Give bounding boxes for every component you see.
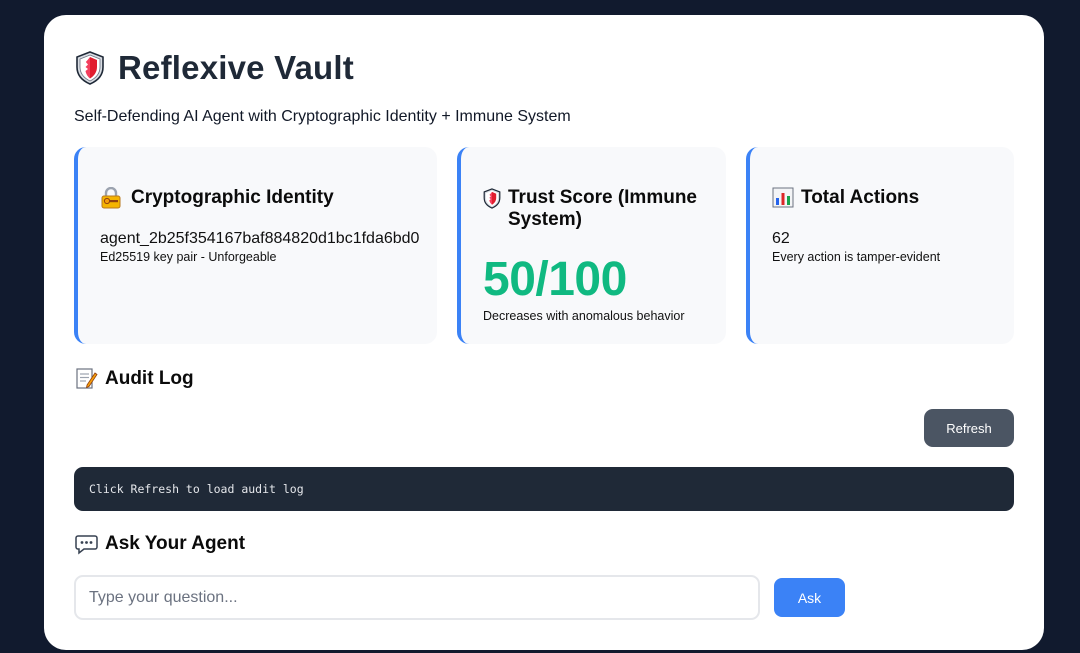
ask-agent-heading-label: Ask Your Agent — [105, 533, 246, 554]
memo-icon — [76, 368, 98, 389]
identity-heading: Cryptographic Identity — [100, 187, 419, 209]
vault-panel: Reflexive Vault Self-Defending AI Agent … — [44, 15, 1044, 650]
total-actions-value: 62 — [772, 230, 790, 247]
lock-with-key-icon — [101, 187, 121, 209]
trust-note: Decreases with anomalous behavior — [483, 309, 685, 323]
header: Reflexive Vault — [75, 49, 354, 87]
audit-log-output: Click Refresh to load audit log — [74, 467, 1014, 511]
page-title: Reflexive Vault — [118, 49, 354, 86]
actions-card: Total Actions 62 Every action is tamper-… — [746, 147, 1014, 344]
trust-heading: Trust Score (Immune System) — [483, 187, 708, 231]
agent-id-value: agent_2b25f354167baf884820d1bc1fda6bd0 — [100, 230, 420, 247]
shield-icon — [483, 188, 501, 209]
audit-log-heading-label: Audit Log — [105, 367, 194, 389]
trust-card: Trust Score (Immune System) 50/100 Decre… — [457, 147, 726, 344]
audit-log-text: Click Refresh to load audit log — [89, 482, 304, 496]
actions-heading: Total Actions — [772, 187, 996, 209]
shield-icon — [76, 51, 104, 85]
ask-button[interactable]: Ask — [774, 578, 845, 617]
ask-agent-heading: Ask Your Agent — [75, 533, 245, 555]
actions-heading-label: Total Actions — [801, 187, 920, 208]
trust-score-value: 50/100 — [483, 253, 627, 306]
audit-log-heading: Audit Log — [75, 367, 194, 390]
refresh-button[interactable]: Refresh — [924, 409, 1014, 447]
actions-note: Every action is tamper-evident — [772, 250, 941, 264]
bar-chart-icon — [772, 187, 794, 208]
identity-card: Cryptographic Identity agent_2b25f354167… — [74, 147, 437, 344]
identity-note: Ed25519 key pair - Unforgeable — [100, 250, 277, 264]
trust-heading-label: Trust Score (Immune System) — [508, 187, 697, 230]
page-subtitle: Self-Defending AI Agent with Cryptograph… — [74, 108, 571, 125]
speech-bubble-icon — [75, 534, 98, 555]
identity-heading-label: Cryptographic Identity — [131, 187, 334, 208]
question-input[interactable] — [74, 575, 760, 620]
